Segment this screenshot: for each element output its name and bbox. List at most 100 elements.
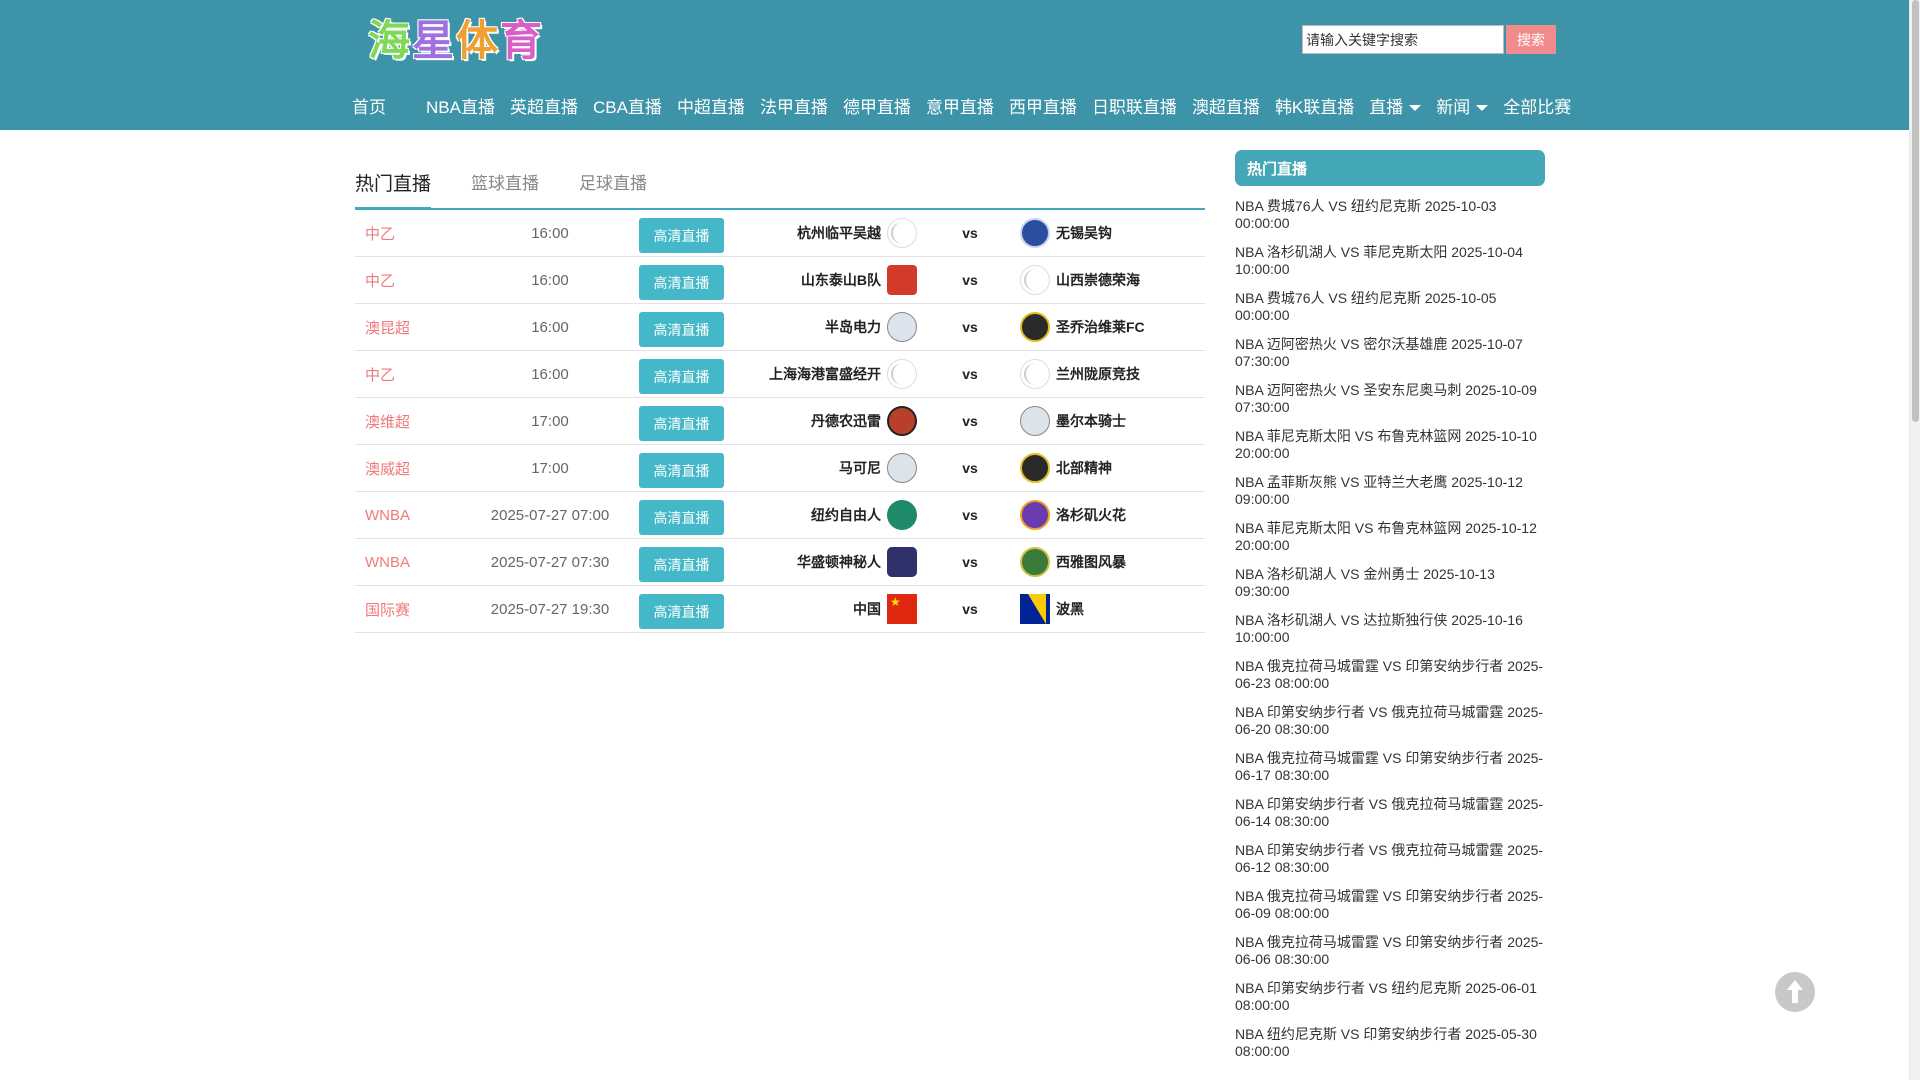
nav-item[interactable]: 首页 [352,93,386,118]
search-input[interactable] [1302,25,1504,54]
grey-crest-icon [887,312,917,342]
nav-item[interactable]: CBA直播 [593,93,662,118]
home-team-name: 半岛电力 [825,319,881,335]
away-team[interactable]: 波黑 [1020,586,1084,632]
nav-item[interactable]: 日职联直播 [1092,93,1177,118]
back-to-top-icon[interactable] [1775,972,1815,1012]
match-row: 中乙 16:00 高清直播 杭州临平吴越 vs 无锡吴钩 [355,210,1205,257]
hd-live-button[interactable]: 高清直播 [639,359,724,394]
nav-item[interactable]: 全部比赛 [1503,93,1571,118]
away-team[interactable]: 西雅图风暴 [1020,539,1126,585]
nav-item[interactable]: 意甲直播 [926,93,994,118]
sidebar-match-link[interactable]: NBA 洛杉矶湖人 VS 达拉斯独行侠 2025-10-16 10:00:00 [1235,612,1545,658]
away-team[interactable]: 洛杉矶火花 [1020,492,1126,538]
nav-item[interactable]: 西甲直播 [1009,93,1077,118]
home-team[interactable]: 杭州临平吴越 [797,210,917,256]
match-league[interactable]: 澳维超 [365,398,410,444]
hd-live-button[interactable]: 高清直播 [639,453,724,488]
nav-item[interactable]: 澳超直播 [1192,93,1260,118]
hd-live-button[interactable]: 高清直播 [639,500,724,535]
scrollbar-thumb[interactable] [1912,0,1919,422]
logo-char: 星 [412,15,457,65]
away-team-name: 无锡吴钩 [1056,225,1112,241]
match-row: 澳维超 17:00 高清直播 丹德农迅雷 vs 墨尔本骑士 [355,398,1205,445]
nav-item[interactable]: 德甲直播 [843,93,911,118]
match-league[interactable]: 澳昆超 [365,304,410,350]
site-logo[interactable]: 海 星 体 育 [368,12,544,65]
match-league[interactable]: 澳威超 [365,445,410,491]
hd-live-button[interactable]: 高清直播 [639,265,724,300]
page-scrollbar[interactable] [1909,0,1920,1080]
home-team[interactable]: 纽约自由人 [811,492,917,538]
home-team[interactable]: 上海海港富盛经开 [769,351,917,397]
sidebar-match-link[interactable]: NBA 迈阿密热火 VS 密尔沃基雄鹿 2025-10-07 07:30:00 [1235,336,1545,382]
match-league[interactable]: 中乙 [365,351,395,397]
sidebar-match-link[interactable]: NBA 洛杉矶湖人 VS 菲尼克斯太阳 2025-10-04 10:00:00 [1235,244,1545,290]
hd-live-button[interactable]: 高清直播 [639,594,724,629]
sidebar-match-link[interactable]: NBA 俄克拉荷马城雷霆 VS 印第安纳步行者 2025-06-09 08:00… [1235,888,1545,934]
sidebar-match-link[interactable]: NBA 洛杉矶湖人 VS 金州勇士 2025-10-13 09:30:00 [1235,566,1545,612]
match-time: 17:00 [531,412,569,430]
nav-item[interactable]: 直播 [1369,93,1422,118]
home-team-name: 华盛顿神秘人 [797,554,881,570]
away-team[interactable]: 无锡吴钩 [1020,210,1112,256]
nav-item[interactable]: 法甲直播 [760,93,828,118]
sidebar-match-link[interactable]: NBA 印第安纳步行者 VS 纽约尼克斯 2025-06-01 08:00:00 [1235,980,1545,1026]
hd-live-button[interactable]: 高清直播 [639,547,724,582]
match-league[interactable]: 国际赛 [365,586,410,632]
home-team[interactable]: 半岛电力 [825,304,917,350]
sidebar-match-link[interactable]: NBA 印第安纳步行者 VS 俄克拉荷马城雷霆 2025-06-14 08:30… [1235,796,1545,842]
hd-live-button[interactable]: 高清直播 [639,218,724,253]
away-team[interactable]: 北部精神 [1020,445,1112,491]
nav-item[interactable]: 韩K联直播 [1275,93,1354,118]
sidebar-match-link[interactable]: NBA 印第安纳步行者 VS 俄克拉荷马城雷霆 2025-06-20 08:30… [1235,704,1545,750]
hd-live-button[interactable]: 高清直播 [639,406,724,441]
sidebar-match-link[interactable]: NBA 菲尼克斯太阳 VS 布鲁克林篮网 2025-10-12 20:00:00 [1235,520,1545,566]
hd-live-button[interactable]: 高清直播 [639,312,724,347]
flag-china-icon [887,594,917,624]
nav-item[interactable]: NBA直播 [426,93,495,118]
away-team[interactable]: 山西崇德荣海 [1020,257,1140,303]
sidebar-match-link[interactable]: NBA 印第安纳步行者 VS 俄克拉荷马城雷霆 2025-06-12 08:30… [1235,842,1545,888]
nav-item[interactable]: 中超直播 [677,93,745,118]
vs-label: vs [962,554,978,570]
sidebar-match-link[interactable]: NBA 孟菲斯灰熊 VS 亚特兰大老鹰 2025-10-12 09:00:00 [1235,474,1545,520]
tab-hot-live[interactable]: 热门直播 [355,169,432,210]
match-league[interactable]: WNBA [365,539,410,585]
match-row: WNBA 2025-07-27 07:30 高清直播 华盛顿神秘人 vs 西雅图风暴 [355,539,1205,586]
sidebar-match-link[interactable]: NBA 俄克拉荷马城雷霆 VS 印第安纳步行者 2025-06-06 08:30… [1235,934,1545,980]
sidebar: 热门直播 NBA 费城76人 VS 纽约尼克斯 2025-10-03 00:00… [1222,145,1557,1072]
nav-item[interactable]: 英超直播 [510,93,578,118]
sidebar-match-link[interactable]: NBA 迈阿密热火 VS 圣安东尼奥马刺 2025-10-09 07:30:00 [1235,382,1545,428]
away-team[interactable]: 兰州陇原竞技 [1020,351,1140,397]
sidebar-match-link[interactable]: NBA 纽约尼克斯 VS 印第安纳步行者 2025-05-30 08:00:00 [1235,1026,1545,1072]
match-league[interactable]: 中乙 [365,210,395,256]
sidebar-match-link[interactable]: NBA 俄克拉荷马城雷霆 VS 印第安纳步行者 2025-06-23 08:00… [1235,658,1545,704]
sidebar-list: NBA 费城76人 VS 纽约尼克斯 2025-10-03 00:00:00 NB… [1222,198,1557,1072]
home-team[interactable]: 华盛顿神秘人 [797,539,917,585]
sidebar-match-link[interactable]: NBA 俄克拉荷马城雷霆 VS 印第安纳步行者 2025-06-17 08:30… [1235,750,1545,796]
match-row: 中乙 16:00 高清直播 山东泰山B队 vs 山西崇德荣海 [355,257,1205,304]
tab-basketball-live[interactable]: 篮球直播 [471,169,539,208]
home-team[interactable]: 丹德农迅雷 [811,398,917,444]
sidebar-match-link[interactable]: NBA 费城76人 VS 纽约尼克斯 2025-10-05 00:00:00 [1235,290,1545,336]
nav-item-label: 韩K联直播 [1274,97,1355,117]
sidebar-match-link[interactable]: NBA 费城76人 VS 纽约尼克斯 2025-10-03 00:00:00 [1235,198,1545,244]
logo-char: 体 [456,15,501,65]
blank-icon [1020,265,1050,295]
away-team[interactable]: 墨尔本骑士 [1020,398,1126,444]
nav-item[interactable]: 新闻 [1436,93,1489,118]
home-team[interactable]: 马可尼 [839,445,917,491]
match-league[interactable]: WNBA [365,492,410,538]
tab-football-live[interactable]: 足球直播 [579,169,647,208]
away-team[interactable]: 圣乔治维莱FC [1020,304,1145,350]
gold-crest-icon [1020,453,1050,483]
logo-char: 海 [368,15,413,65]
search-button[interactable]: 搜索 [1506,25,1556,54]
match-league[interactable]: 中乙 [365,257,395,303]
home-team-name: 纽约自由人 [811,507,881,523]
sidebar-match-link[interactable]: NBA 菲尼克斯太阳 VS 布鲁克林篮网 2025-10-10 20:00:00 [1235,428,1545,474]
home-team[interactable]: 山东泰山B队 [801,257,917,303]
home-team[interactable]: 中国 [853,586,917,632]
match-row: 中乙 16:00 高清直播 上海海港富盛经开 vs 兰州陇原竞技 [355,351,1205,398]
